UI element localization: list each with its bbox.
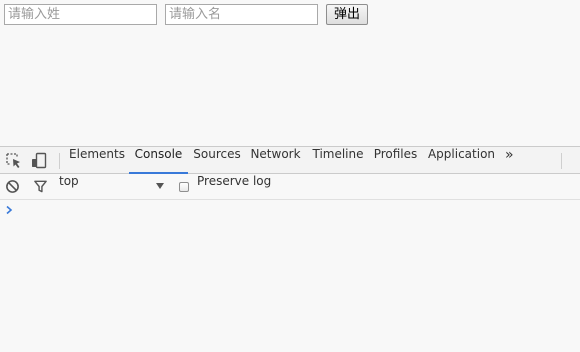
- filter-icon[interactable]: [33, 179, 48, 194]
- preserve-log-checkbox[interactable]: [179, 182, 189, 192]
- preserve-log-label[interactable]: Preserve log: [197, 174, 271, 188]
- tab-sources[interactable]: Sources: [190, 147, 244, 174]
- device-toolbar-icon[interactable]: [30, 152, 48, 170]
- inspect-element-icon[interactable]: [5, 152, 23, 170]
- console-filter-bar: top Preserve log: [0, 174, 580, 200]
- more-tabs-button[interactable]: »: [505, 147, 514, 174]
- clear-console-icon[interactable]: [5, 179, 20, 194]
- tab-application[interactable]: Application: [427, 147, 496, 174]
- toolbar-divider-right: [561, 153, 562, 169]
- devtools-tabbar: Elements Console Sources Network Timelin…: [0, 146, 580, 174]
- tab-elements[interactable]: Elements: [66, 147, 128, 174]
- context-selector[interactable]: top: [59, 174, 79, 188]
- firstname-input[interactable]: [165, 4, 318, 25]
- console-prompt-icon: [6, 205, 13, 215]
- dropdown-arrow-icon[interactable]: [155, 181, 165, 191]
- toolbar-divider: [59, 153, 60, 169]
- tab-profiles[interactable]: Profiles: [371, 147, 420, 174]
- console-output[interactable]: [0, 201, 580, 352]
- lastname-input[interactable]: [4, 4, 157, 25]
- popup-button[interactable]: 弹出: [326, 4, 368, 25]
- tab-console[interactable]: Console: [129, 147, 188, 174]
- page-content: 弹出: [0, 0, 580, 146]
- tab-network[interactable]: Network: [248, 147, 303, 174]
- tab-timeline[interactable]: Timeline: [309, 147, 367, 174]
- devtools-panel: Elements Console Sources Network Timelin…: [0, 146, 580, 352]
